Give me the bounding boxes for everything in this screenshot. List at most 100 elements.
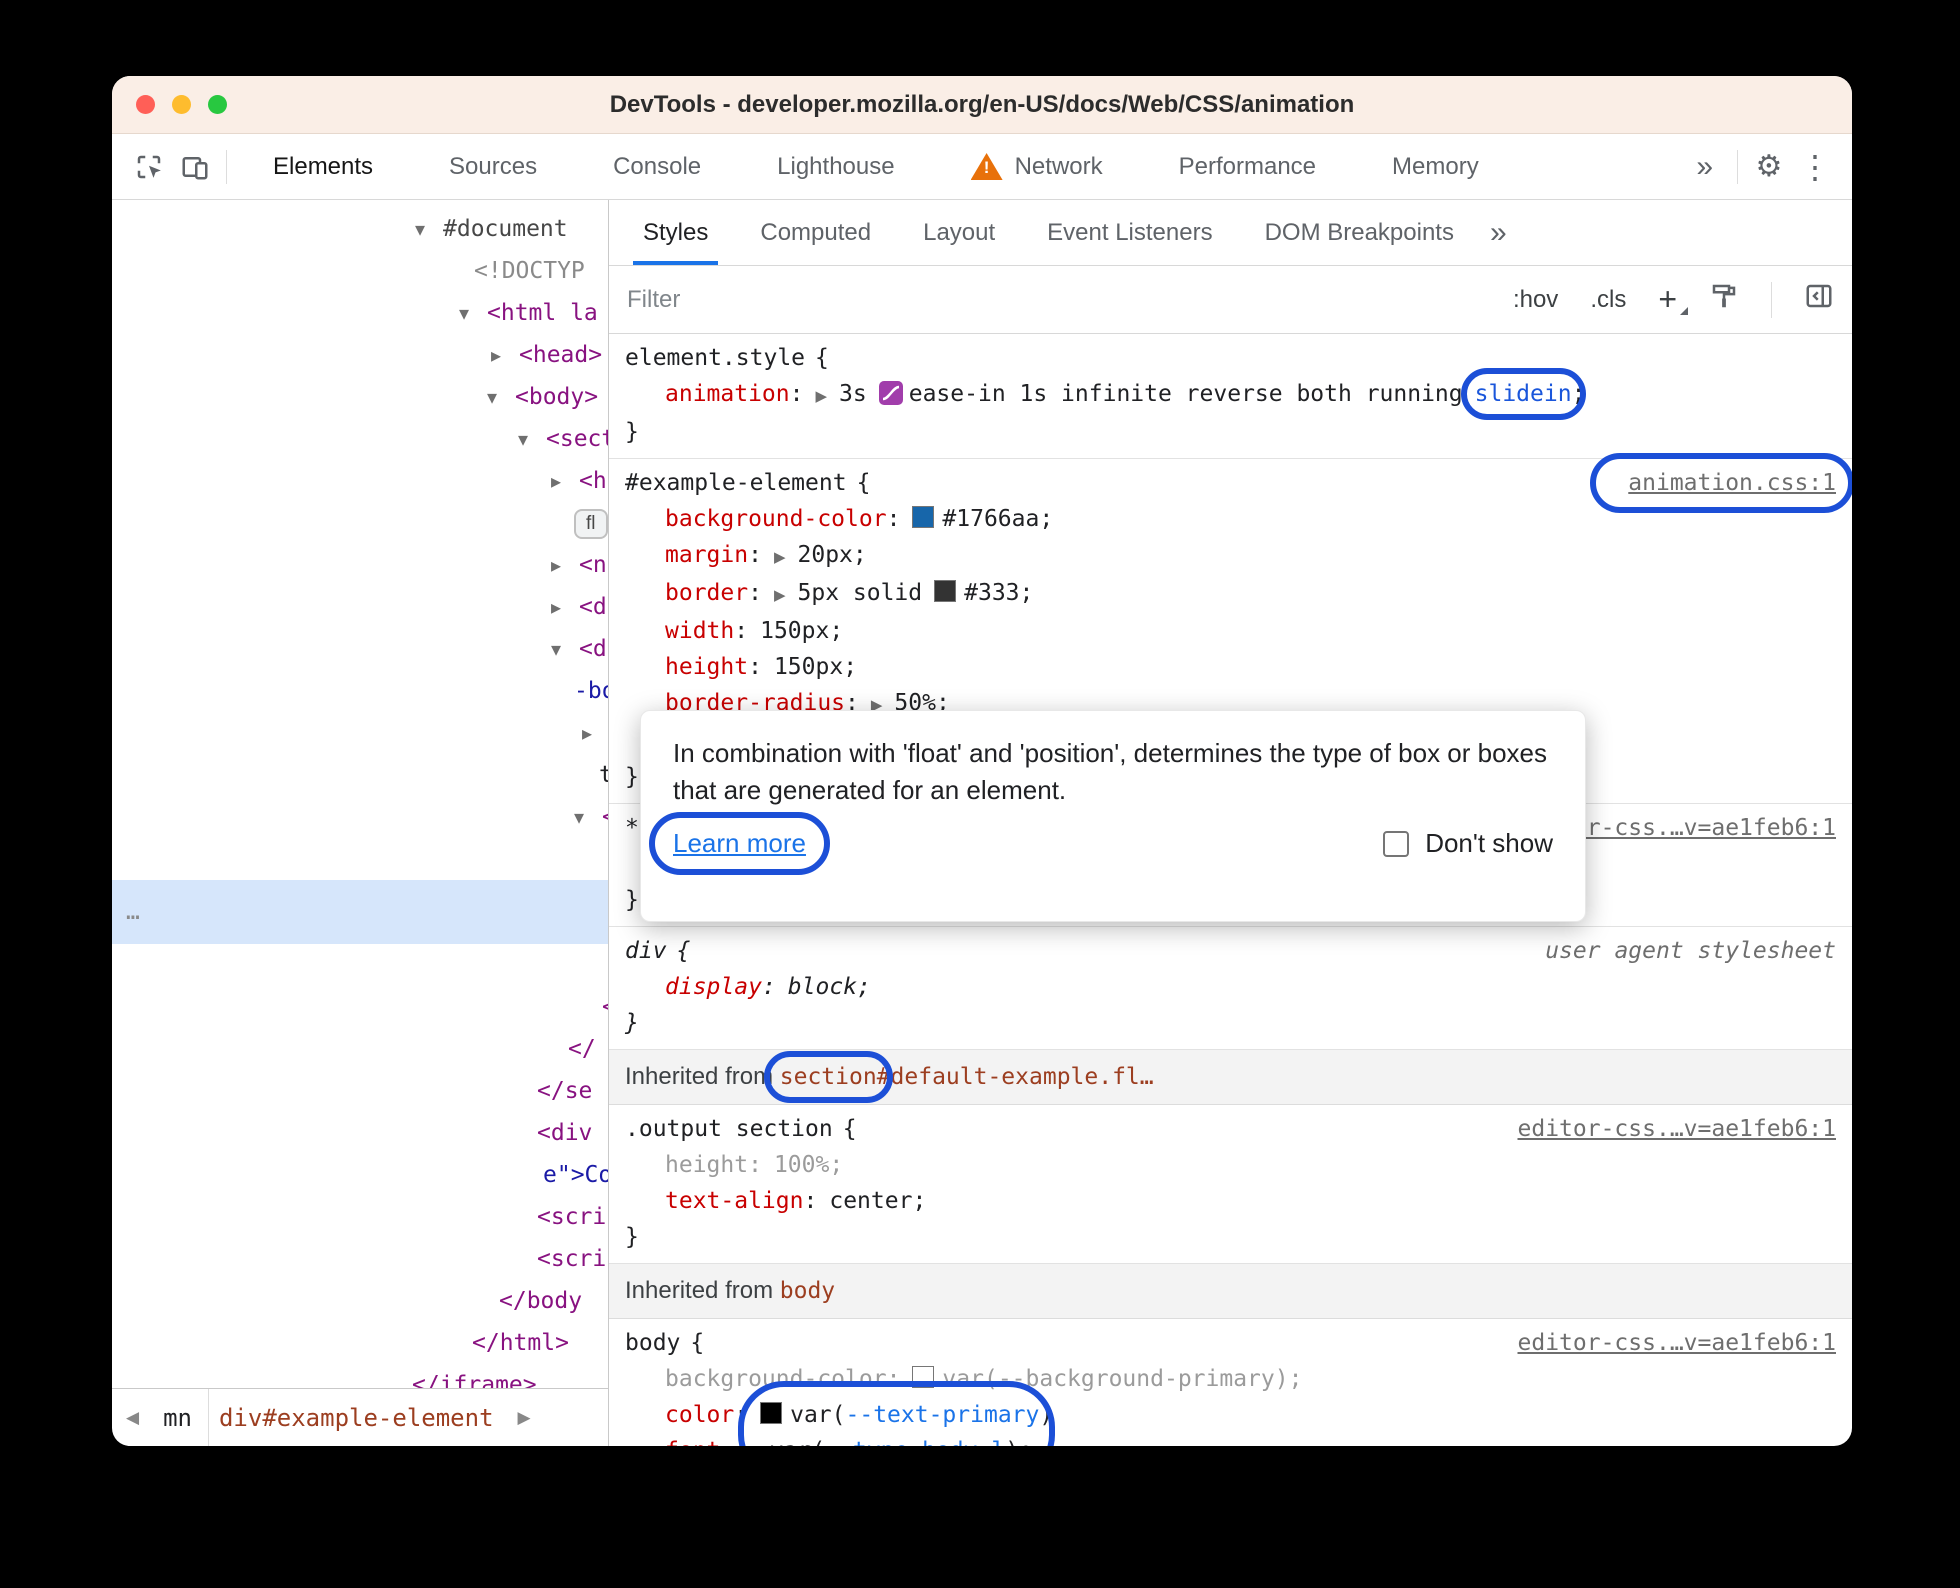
tree-node[interactable]: </html> <box>112 1322 608 1364</box>
tree-node[interactable]: <div <box>112 1112 608 1154</box>
tree-node[interactable]: ▾<di <box>112 628 608 670</box>
selected-tree-node[interactable]: … <box>112 880 608 944</box>
breadcrumb-item-main[interactable]: mn <box>153 1389 202 1446</box>
css-selector[interactable]: #example-element <box>625 465 847 501</box>
stylesheet-link[interactable]: animation.css:1 <box>1590 453 1852 513</box>
hov-toggle[interactable]: :hov <box>1513 286 1558 314</box>
css-selector[interactable]: element.style <box>625 340 805 376</box>
tree-node[interactable]: </body <box>112 1280 608 1322</box>
tree-node[interactable]: -bo <box>112 670 608 712</box>
breadcrumb-scroll-left-icon[interactable]: ◀ <box>118 1408 147 1428</box>
node-link-section-tail[interactable]: #default-example.fl… <box>877 1064 1154 1090</box>
expand-arrow-icon[interactable]: ▾ <box>574 796 602 838</box>
css-declaration[interactable]: border: ▶ 5px solid #333; <box>625 575 1836 613</box>
new-style-rule-button[interactable]: + <box>1658 281 1688 318</box>
expand-arrow-icon[interactable]: ▾ <box>518 418 546 460</box>
css-property-name[interactable]: display <box>665 974 762 1000</box>
css-property-value[interactable]: ease-in 1s infinite reverse both running <box>909 381 1463 407</box>
tree-node[interactable]: ▸<di <box>112 586 608 628</box>
expand-arrow-icon[interactable]: ▾ <box>459 292 487 334</box>
css-property-name[interactable]: background-color <box>665 506 887 532</box>
tree-node[interactable]: ▾ <body> <box>112 376 608 418</box>
expand-arrow-icon[interactable]: ▸ <box>551 544 579 586</box>
keyframes-link[interactable]: slidein <box>1460 368 1586 420</box>
filter-input[interactable] <box>627 285 1007 314</box>
css-declaration[interactable]: width: 150px; <box>625 613 1836 649</box>
css-property-value[interactable]: 20px <box>798 542 853 568</box>
css-selector[interactable]: body <box>625 1325 680 1361</box>
tab-computed[interactable]: Computed <box>734 200 897 265</box>
breadcrumb-scroll-right-icon[interactable]: ▶ <box>510 1408 539 1428</box>
flex-badge[interactable]: fl <box>574 508 608 539</box>
node-link-section[interactable]: section <box>763 1051 893 1103</box>
tree-node[interactable]: ▸<he <box>112 460 608 502</box>
css-selector[interactable]: .output section <box>625 1111 833 1147</box>
css-property-name[interactable]: background-color <box>665 1366 887 1392</box>
expand-shorthand-icon[interactable]: ▶ <box>774 548 786 566</box>
css-declaration[interactable]: background-color: var(--background-primar… <box>625 1361 1836 1397</box>
tab-performance[interactable]: Performance <box>1141 134 1354 199</box>
color-swatch[interactable] <box>934 580 957 602</box>
paint-brush-icon[interactable] <box>1709 281 1739 318</box>
css-declaration[interactable]: display: block; <box>625 969 1836 1005</box>
css-property-value[interactable]: 3s <box>839 381 867 407</box>
expand-arrow-icon[interactable]: ▸ <box>551 460 579 502</box>
expand-arrow-icon[interactable]: ▸ <box>551 586 579 628</box>
stylesheet-link[interactable]: editor-css.…v=ae1feb6:1 <box>1498 1325 1837 1361</box>
css-declaration[interactable]: background-color: #1766aa; <box>625 501 1836 537</box>
css-declaration[interactable]: color: var(--text-primary) <box>625 1397 1836 1433</box>
css-property-value[interactable]: center <box>829 1188 912 1214</box>
css-selector[interactable]: * <box>625 810 639 846</box>
node-link-body[interactable]: body <box>780 1278 835 1304</box>
tree-node[interactable]: ▸<no <box>112 544 608 586</box>
expand-shorthand-icon[interactable]: ▶ <box>746 1444 758 1446</box>
tab-sources[interactable]: Sources <box>411 134 575 199</box>
css-property-name[interactable]: height <box>665 654 748 680</box>
tree-node[interactable]: </iframe> <box>112 1364 608 1388</box>
tab-layout[interactable]: Layout <box>897 200 1021 265</box>
css-declaration[interactable]: height: 100%; <box>625 1147 1836 1183</box>
more-panels-button[interactable]: » <box>1680 150 1729 184</box>
css-property-value[interactable]: #1766aa <box>942 506 1039 532</box>
tree-node[interactable]: </se <box>112 1070 608 1112</box>
tab-elements[interactable]: Elements <box>235 134 411 199</box>
color-swatch[interactable] <box>912 506 935 528</box>
css-declaration[interactable]: height: 150px; <box>625 649 1836 685</box>
learn-more-link[interactable]: Learn more <box>649 812 830 875</box>
css-property-value[interactable]: 100% <box>774 1152 829 1178</box>
bezier-curve-icon[interactable] <box>878 381 903 405</box>
tab-styles[interactable]: Styles <box>617 200 734 265</box>
css-property-name[interactable]: animation <box>665 381 790 407</box>
expand-shorthand-icon[interactable]: ▶ <box>774 586 786 604</box>
inspect-icon[interactable] <box>126 143 172 191</box>
css-property-value[interactable]: 150px <box>760 618 829 644</box>
css-declaration[interactable]: margin: ▶ 20px; <box>625 537 1836 575</box>
tree-node[interactable]: ▸ <head> <box>112 334 608 376</box>
dont-show-checkbox[interactable] <box>1383 830 1410 857</box>
css-property-value[interactable]: 150px <box>774 654 843 680</box>
tree-node[interactable]: ▾ <html la <box>112 292 608 334</box>
tab-console[interactable]: Console <box>575 134 739 199</box>
css-property-name[interactable]: border <box>665 580 748 606</box>
breadcrumb-item-selected[interactable]: div#example-element <box>207 1389 504 1446</box>
device-toolbar-icon[interactable] <box>172 143 218 191</box>
expand-arrow-icon[interactable]: ▾ <box>415 208 443 250</box>
dont-show-control[interactable]: Don't show <box>1383 825 1553 862</box>
css-declaration[interactable]: font:▶var(--type-body-l); <box>625 1381 1836 1446</box>
tab-lighthouse[interactable]: Lighthouse <box>739 134 932 199</box>
tab-network[interactable]: ! Network <box>933 134 1141 199</box>
tree-node[interactable]: fl <box>112 502 608 544</box>
menu-dots-icon[interactable]: ⋮ <box>1792 143 1838 191</box>
css-selector[interactable]: div <box>625 933 667 969</box>
css-property-name[interactable]: text-align <box>665 1188 803 1214</box>
expand-arrow-icon[interactable]: ▸ <box>491 334 519 376</box>
tree-node[interactable]: <scri <box>112 1196 608 1238</box>
color-swatch[interactable] <box>760 1402 783 1424</box>
css-property-value[interactable]: 5px solid <box>798 580 923 606</box>
css-property-value[interactable]: #333 <box>964 580 1019 606</box>
tree-node[interactable]: e">Co <box>112 1154 608 1196</box>
css-property-name[interactable]: color <box>665 1402 734 1428</box>
css-var-link[interactable]: --background-primary <box>998 1366 1275 1392</box>
tab-memory[interactable]: Memory <box>1354 134 1517 199</box>
tree-node[interactable]: <!DOCTYP <box>112 250 608 292</box>
